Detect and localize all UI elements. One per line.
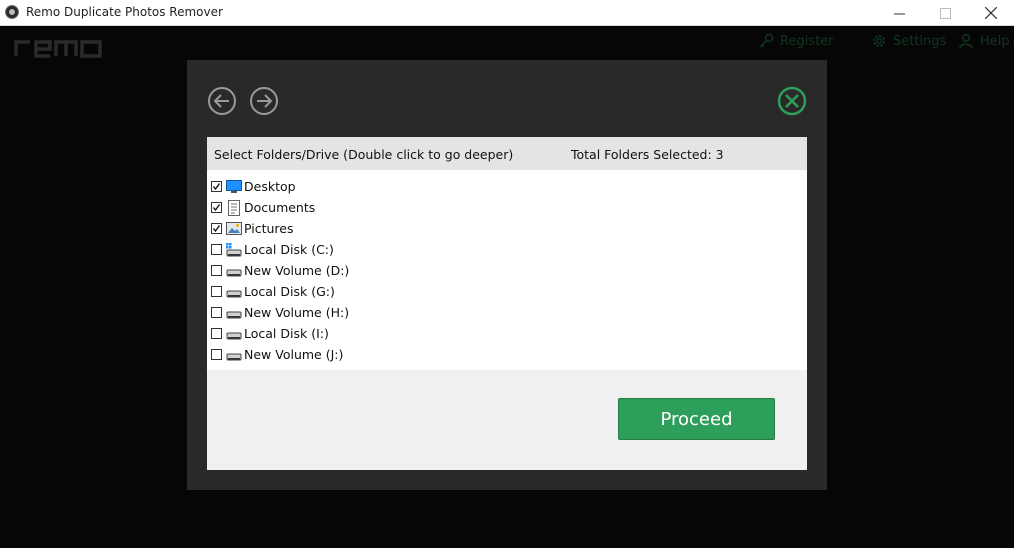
item-label: New Volume (D:) bbox=[244, 263, 350, 278]
checkbox[interactable] bbox=[211, 307, 222, 318]
drive-icon bbox=[226, 306, 242, 320]
item-label: New Volume (H:) bbox=[244, 305, 350, 320]
list-item-pictures[interactable]: Pictures bbox=[211, 218, 294, 239]
help-link[interactable]: Help bbox=[958, 30, 1010, 52]
drive-icon bbox=[226, 285, 242, 299]
minimize-icon bbox=[893, 13, 905, 14]
panel-header: Select Folders/Drive (Double click to go… bbox=[207, 137, 807, 170]
app-icon bbox=[5, 5, 19, 19]
list-item-drive-d[interactable]: New Volume (D:) bbox=[211, 260, 349, 281]
item-label: Local Disk (C:) bbox=[244, 242, 334, 257]
checkbox[interactable] bbox=[211, 244, 222, 255]
close-window-button[interactable] bbox=[968, 0, 1014, 26]
documents-icon bbox=[226, 199, 242, 216]
pictures-icon bbox=[226, 222, 242, 236]
close-dialog-button[interactable] bbox=[777, 86, 807, 116]
list-item-drive-j[interactable]: New Volume (J:) bbox=[211, 344, 343, 365]
maximize-button[interactable] bbox=[922, 0, 968, 26]
drive-icon bbox=[226, 327, 242, 341]
drive-icon bbox=[226, 348, 242, 362]
proceed-button[interactable]: Proceed bbox=[618, 398, 775, 440]
back-button[interactable] bbox=[207, 86, 237, 116]
system-drive-icon bbox=[226, 242, 242, 257]
item-label: Pictures bbox=[244, 221, 294, 236]
checkbox[interactable] bbox=[211, 181, 222, 192]
gear-icon bbox=[873, 35, 885, 47]
desktop-icon bbox=[226, 179, 242, 194]
arrow-right-icon bbox=[250, 87, 278, 115]
checkbox[interactable] bbox=[211, 265, 222, 276]
checkbox[interactable] bbox=[211, 223, 222, 234]
checkbox[interactable] bbox=[211, 349, 222, 360]
drive-icon bbox=[226, 264, 242, 278]
list-item-drive-h[interactable]: New Volume (H:) bbox=[211, 302, 349, 323]
item-label: Local Disk (I:) bbox=[244, 326, 329, 341]
maximize-icon bbox=[939, 7, 951, 19]
user-icon bbox=[959, 34, 973, 49]
list-item-drive-c[interactable]: Local Disk (C:) bbox=[211, 239, 334, 260]
item-label: New Volume (J:) bbox=[244, 347, 344, 362]
minimize-button[interactable] bbox=[876, 0, 922, 26]
settings-link[interactable]: Settings bbox=[871, 30, 946, 52]
checkbox[interactable] bbox=[211, 286, 222, 297]
title-bar: Remo Duplicate Photos Remover bbox=[0, 0, 1014, 26]
settings-label: Settings bbox=[893, 33, 947, 49]
list-item-drive-i[interactable]: Local Disk (I:) bbox=[211, 323, 329, 344]
item-label: Documents bbox=[244, 200, 316, 215]
checkbox[interactable] bbox=[211, 202, 222, 213]
folder-select-dialog: Select Folders/Drive (Double click to go… bbox=[187, 60, 827, 490]
register-link[interactable]: Register bbox=[758, 30, 834, 52]
folder-list: Desktop Documents Pictures Local Disk (C… bbox=[207, 170, 807, 370]
close-circle-icon bbox=[777, 86, 807, 116]
close-icon bbox=[985, 7, 997, 19]
forward-button[interactable] bbox=[249, 86, 279, 116]
instruction-text: Select Folders/Drive (Double click to go… bbox=[214, 147, 514, 162]
list-item-documents[interactable]: Documents bbox=[211, 197, 315, 218]
folder-panel: Select Folders/Drive (Double click to go… bbox=[207, 137, 807, 470]
help-label: Help bbox=[980, 33, 1010, 49]
register-label: Register bbox=[780, 33, 834, 49]
key-icon bbox=[759, 33, 774, 48]
remo-logo bbox=[14, 40, 102, 58]
item-label: Desktop bbox=[244, 179, 296, 194]
checkbox[interactable] bbox=[211, 328, 222, 339]
list-item-desktop[interactable]: Desktop bbox=[211, 176, 296, 197]
list-item-drive-g[interactable]: Local Disk (G:) bbox=[211, 281, 335, 302]
window-title: Remo Duplicate Photos Remover bbox=[26, 5, 223, 19]
selected-count: Total Folders Selected: 3 bbox=[571, 147, 724, 162]
item-label: Local Disk (G:) bbox=[244, 284, 335, 299]
arrow-left-icon bbox=[208, 87, 236, 115]
